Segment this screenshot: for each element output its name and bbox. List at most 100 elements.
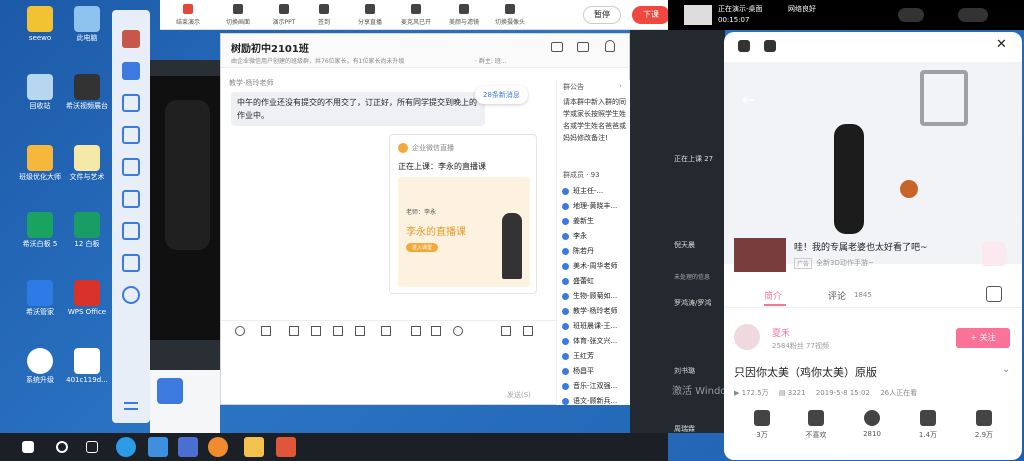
message-input[interactable]	[231, 340, 546, 380]
desktop-icon-seewo[interactable]: seewo	[13, 6, 67, 43]
live-icon[interactable]	[122, 286, 140, 304]
new-messages-button[interactable]: 28条新消息	[475, 86, 528, 104]
desktop-icon-camera[interactable]: 希沃视频展台	[60, 74, 114, 111]
folder-icon[interactable]	[381, 326, 391, 336]
tab-intro[interactable]: 简介	[764, 289, 782, 302]
back-icon[interactable]: ←	[742, 90, 755, 109]
schedule-icon[interactable]	[333, 326, 343, 336]
avatar[interactable]	[734, 324, 760, 350]
drive-icon[interactable]	[122, 222, 140, 240]
desktop-icon-video-file[interactable]: 401c119d...	[60, 348, 114, 385]
ad-game-icon[interactable]	[982, 242, 1006, 266]
desktop-icon-easinote12[interactable]: 12 白板	[60, 212, 114, 249]
switch-camera-button[interactable]: 切换摄像头	[490, 4, 530, 26]
chat-icon[interactable]	[122, 62, 140, 80]
task-view-icon[interactable]	[86, 441, 98, 453]
send-button[interactable]: 发送(S)	[507, 390, 531, 400]
windows-start-icon[interactable]	[22, 441, 34, 453]
add-member-icon[interactable]	[605, 40, 615, 52]
follow-button[interactable]: + 关注	[956, 328, 1010, 348]
calendar-icon[interactable]	[122, 158, 140, 176]
video-call-icon[interactable]	[577, 42, 589, 52]
phone-control-pill[interactable]	[898, 8, 924, 22]
end-presentation-button[interactable]: 结束演示	[168, 4, 208, 26]
ie-icon[interactable]	[148, 437, 168, 457]
ad-title[interactable]: 哇！我的专属老婆也太好看了吧~	[794, 240, 928, 253]
beauty-filter-button[interactable]: 美颜与滤镜	[444, 4, 484, 26]
menu-icon[interactable]	[124, 402, 138, 410]
list-item[interactable]: 班主任-...	[559, 184, 629, 199]
list-item[interactable]: 体育-张文兴...	[559, 334, 629, 349]
desktop-icon-wps[interactable]: WPS Office	[60, 280, 114, 317]
file-icon[interactable]	[355, 326, 365, 336]
list-item[interactable]: 盛蕾虹	[559, 274, 629, 289]
list-item[interactable]: 王红芳	[559, 349, 629, 364]
pause-button[interactable]: 暂停	[583, 6, 621, 24]
list-item[interactable]: 李永	[559, 229, 629, 244]
present-ppt-button[interactable]: 演示PPT	[264, 4, 304, 26]
end-class-button[interactable]: 下课	[632, 6, 670, 24]
shrink-icon[interactable]	[738, 40, 750, 52]
live-card[interactable]: 企业微信直播 正在上课：李永的直播课 老师：李永 李永的直播课 进入课堂	[389, 134, 537, 294]
meeting-icon[interactable]	[122, 190, 140, 208]
screen-share-icon[interactable]	[501, 326, 511, 336]
switch-screen-button[interactable]: 切换画面	[218, 4, 258, 26]
coin-button[interactable]: 2810	[852, 410, 892, 438]
search-icon[interactable]	[56, 441, 68, 453]
list-item[interactable]: 音乐-江双强...	[559, 379, 629, 394]
voice-icon[interactable]	[431, 326, 441, 336]
video-player[interactable]: ←	[724, 62, 1022, 264]
workbench-icon[interactable]	[122, 254, 140, 272]
desktop-icon-computer[interactable]: 此电脑	[60, 6, 114, 43]
app-icon[interactable]	[208, 437, 228, 457]
emoji-icon[interactable]	[235, 326, 245, 336]
danmaku-toggle-icon[interactable]	[986, 286, 1002, 302]
microphone-button[interactable]: 麦克风已开	[396, 4, 436, 26]
close-icon[interactable]: ✕	[996, 37, 1007, 52]
desktop-icon-class-master[interactable]: 班级优化大师	[13, 145, 67, 182]
list-item[interactable]: 美术-周华老师	[559, 259, 629, 274]
list-item[interactable]: 生物-顾菊如...	[559, 289, 629, 304]
list-item[interactable]: 地理-黄晓丰...	[559, 199, 629, 214]
share-button[interactable]: 2.9万	[964, 410, 1004, 440]
desktop-icon-seewo-manager[interactable]: 希沃管家	[13, 280, 67, 317]
notice-icon[interactable]	[411, 326, 421, 336]
like-button[interactable]: 3万	[742, 410, 782, 440]
desktop-icon-recycle-bin[interactable]: 回收站	[13, 74, 67, 111]
more-icon[interactable]	[453, 326, 463, 336]
sign-in-button[interactable]: 签到	[304, 4, 344, 26]
scissors-icon[interactable]	[261, 326, 271, 336]
desktop-icon-easinote5[interactable]: 希沃白板 5	[13, 212, 67, 249]
app-icon[interactable]	[178, 437, 198, 457]
desktop-icon-system-upgrade[interactable]: 系统升级	[13, 348, 67, 385]
chevron-right-icon[interactable]: ›	[619, 82, 622, 90]
list-item[interactable]: 教学-杨玲老师	[559, 304, 629, 319]
docs-icon[interactable]	[122, 126, 140, 144]
call-icon[interactable]	[551, 42, 563, 52]
list-item[interactable]: 姜新生	[559, 214, 629, 229]
history-icon[interactable]	[523, 326, 533, 336]
list-item[interactable]: 语文-顾新兵...	[559, 394, 629, 409]
file-explorer-icon[interactable]	[244, 437, 264, 457]
desktop-icon-file[interactable]: 文件与艺术	[60, 145, 114, 182]
ad-thumbnail[interactable]	[734, 238, 786, 272]
image-icon[interactable]	[289, 326, 299, 336]
edge-icon[interactable]	[116, 437, 136, 457]
phone-control-pill-2[interactable]	[958, 8, 988, 22]
meeting-app-icon[interactable]	[157, 378, 183, 404]
chevron-down-icon[interactable]: ⌄	[1002, 364, 1010, 375]
list-item[interactable]: 陈若丹	[559, 244, 629, 259]
list-item[interactable]: 杨昌平	[559, 364, 629, 379]
document-icon[interactable]	[311, 326, 321, 336]
mail-icon[interactable]	[122, 94, 140, 112]
favorite-button[interactable]: 1.4万	[908, 410, 948, 440]
share-live-button[interactable]: 分享直播	[350, 4, 390, 26]
uploader-name[interactable]: 夏禾	[772, 326, 790, 339]
list-item[interactable]: 班班晨课-王...	[559, 319, 629, 334]
tab-comments[interactable]: 评论	[828, 289, 846, 302]
avatar[interactable]	[122, 30, 140, 48]
enter-class-button[interactable]: 进入课堂	[406, 243, 439, 252]
dislike-button[interactable]: 不喜欢	[796, 410, 836, 440]
expand-icon[interactable]	[764, 40, 776, 52]
app-icon[interactable]	[276, 437, 296, 457]
